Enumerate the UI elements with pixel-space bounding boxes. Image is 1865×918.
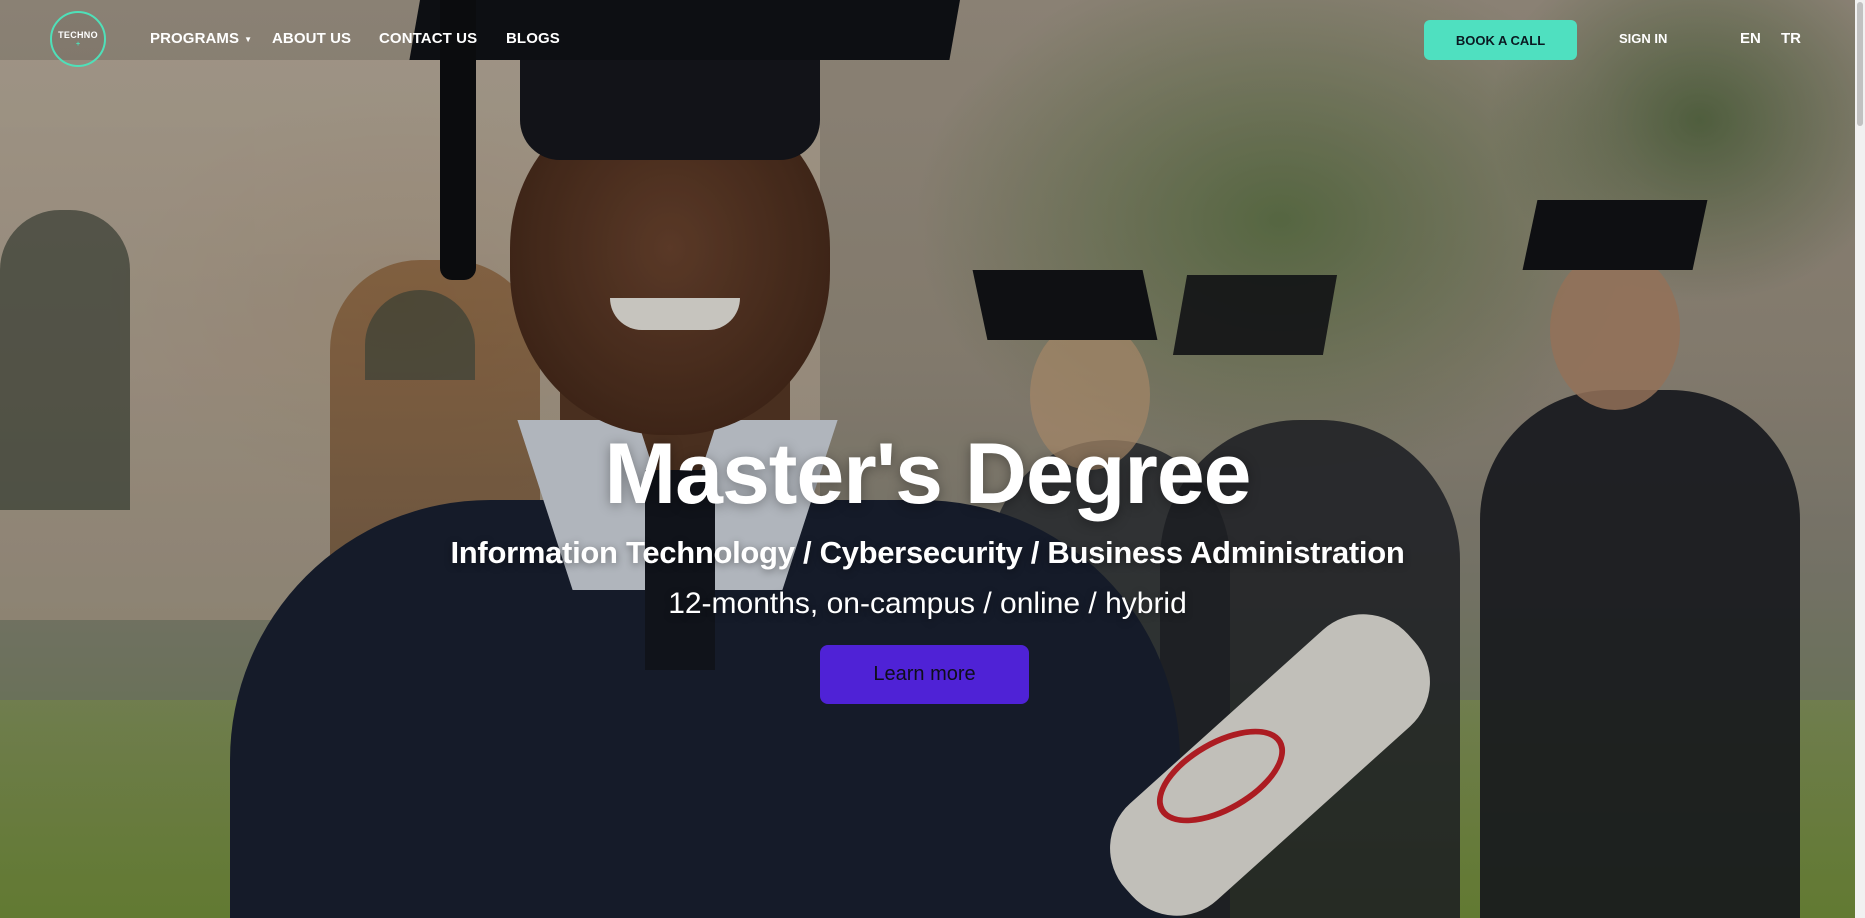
top-navigation: TECHNO + PROGRAMS ▼ ABOUT US CONTACT US B… [0,0,1855,80]
sign-in-link[interactable]: SIGN IN [1619,31,1667,46]
nav-item-programs[interactable]: PROGRAMS ▼ [150,30,252,47]
nav-item-blogs[interactable]: BLOGS [506,30,560,47]
book-a-call-button[interactable]: BOOK A CALL [1424,20,1577,60]
nav-item-label: PROGRAMS [150,30,240,47]
learn-more-button[interactable]: Learn more [820,645,1029,704]
nav-item-contact-us[interactable]: CONTACT US [379,30,477,47]
logo-text: TECHNO [58,29,98,40]
page-scrollbar[interactable] [1855,0,1865,918]
hero-description: 12-months, on-campus / online / hybrid [668,587,1187,620]
scrollbar-thumb[interactable] [1857,2,1863,126]
hero-subtitle: Information Technology / Cybersecurity /… [450,535,1405,570]
language-en[interactable]: EN [1740,30,1761,47]
hero-title: Master's Degree [604,426,1252,522]
nav-item-about-us[interactable]: ABOUT US [272,30,351,47]
caret-down-icon: ▼ [244,34,253,44]
language-tr[interactable]: TR [1781,30,1801,47]
site-logo[interactable]: TECHNO + [50,11,106,67]
logo-plus: + [75,40,81,48]
